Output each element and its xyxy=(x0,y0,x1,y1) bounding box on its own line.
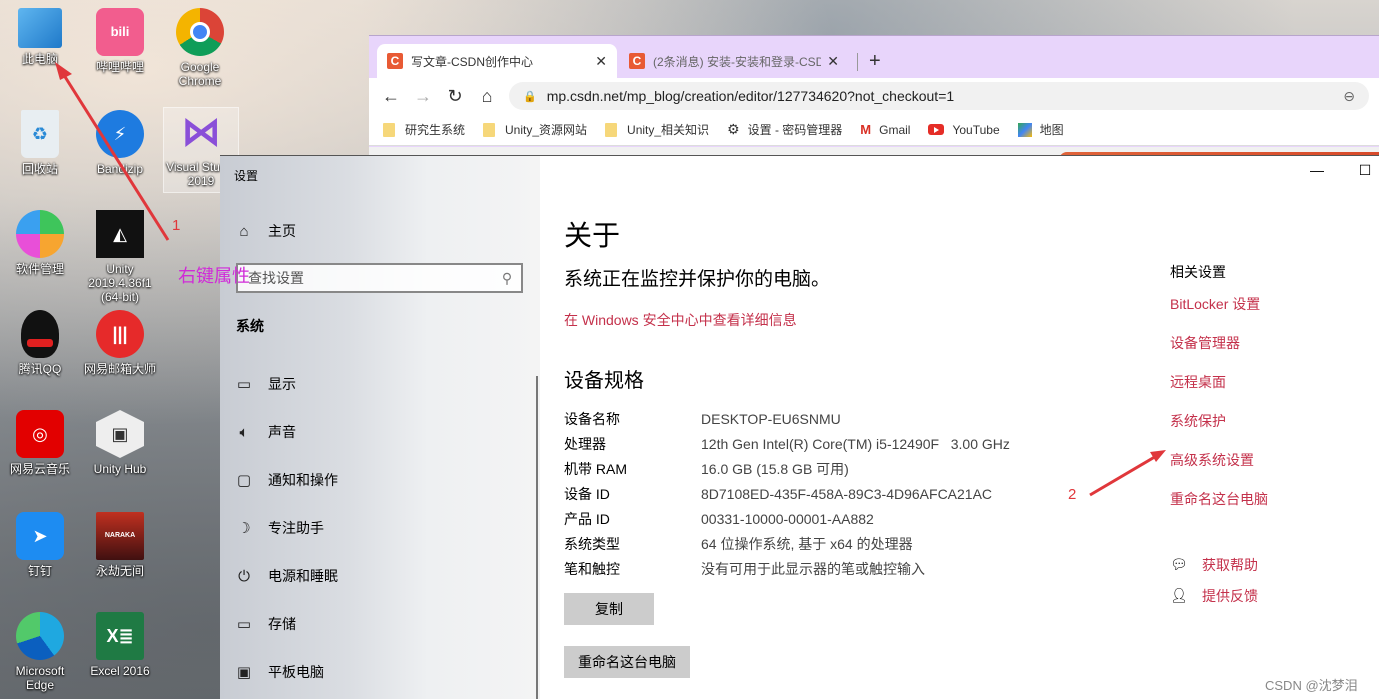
watermark: CSDN @沈梦泪 xyxy=(1265,678,1358,693)
annotation-hint: 右键属性 xyxy=(178,266,250,286)
annotation-arrow-1 xyxy=(55,62,1166,497)
annotation-step-2: 2 xyxy=(1068,486,1077,503)
annotation-step-1: 1 xyxy=(172,217,181,234)
